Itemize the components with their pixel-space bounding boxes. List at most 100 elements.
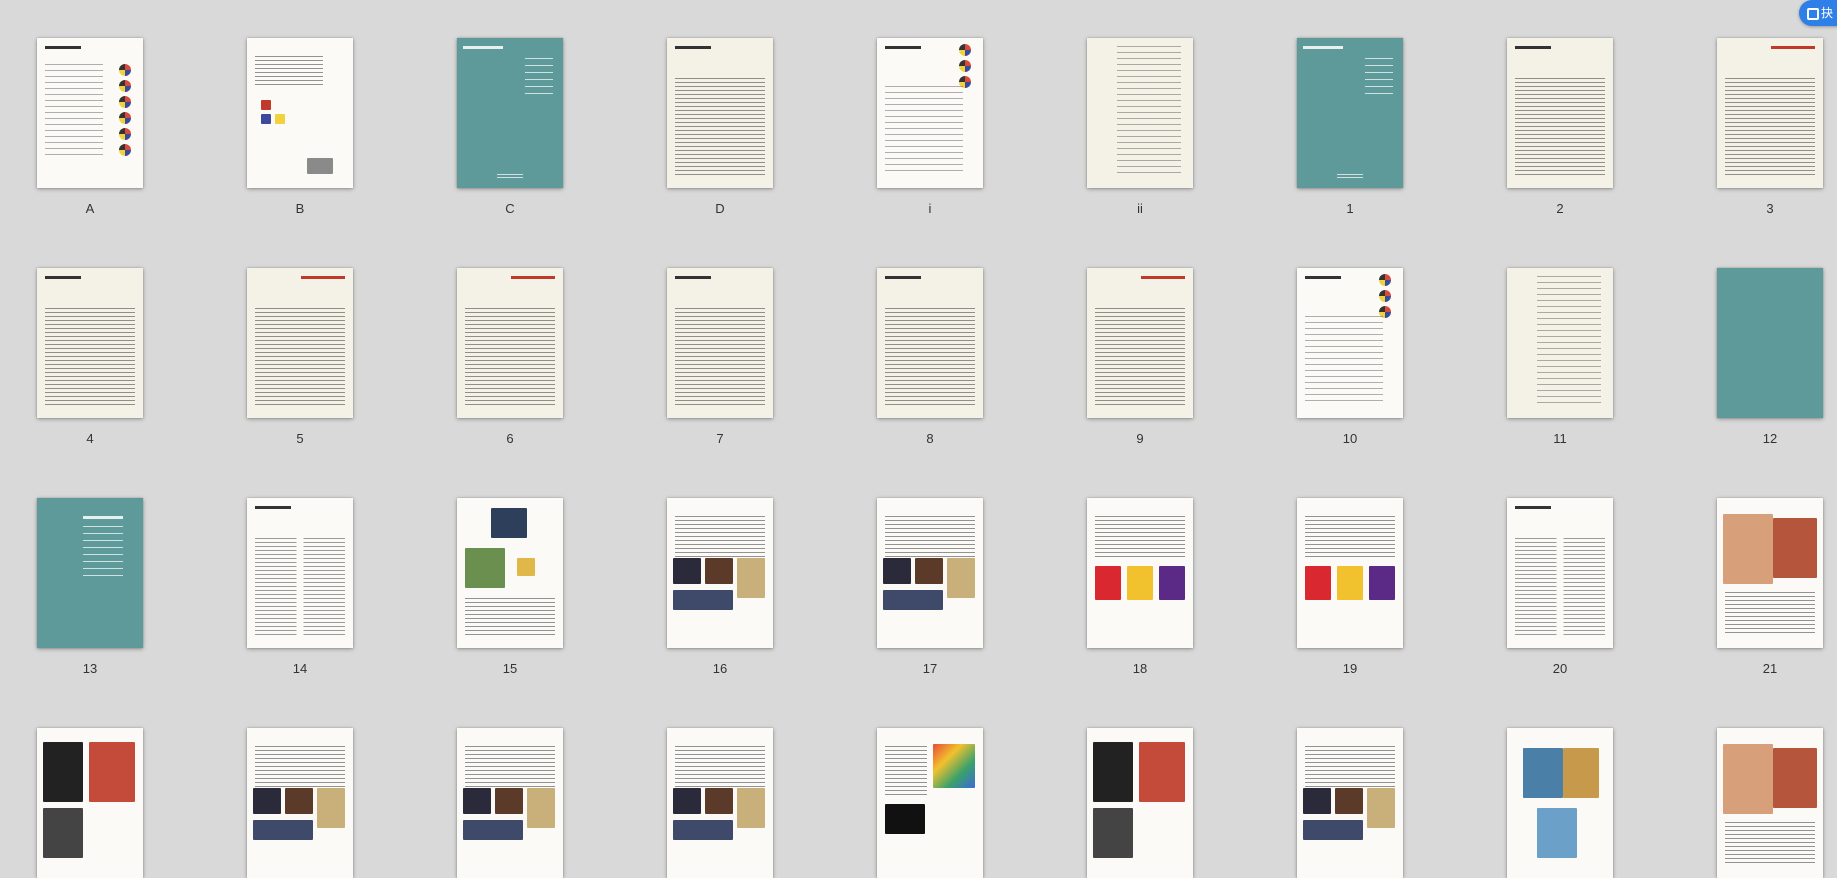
- page-image[interactable]: [247, 498, 353, 648]
- page-image[interactable]: [1297, 728, 1403, 878]
- photo-image: [1303, 820, 1363, 840]
- page-image[interactable]: [247, 728, 353, 878]
- page-label: 19: [1342, 661, 1358, 676]
- text-lines: [45, 308, 135, 406]
- color-wheel-icon: [119, 144, 131, 156]
- page-image[interactable]: [457, 268, 563, 418]
- artwork-image: [1773, 518, 1817, 578]
- toc-lines: [1305, 316, 1383, 406]
- page-image[interactable]: [1507, 728, 1613, 878]
- color-swatch: [261, 100, 271, 110]
- page-label: 21: [1762, 661, 1778, 676]
- page-image[interactable]: [667, 728, 773, 878]
- page-label: 7: [716, 431, 724, 446]
- text-lines: [1725, 822, 1815, 866]
- page-image[interactable]: [667, 268, 773, 418]
- color-wheel-icon: [119, 128, 131, 140]
- page-heading-bar: [301, 276, 345, 279]
- page-image[interactable]: [877, 728, 983, 878]
- page-heading-bar: [1515, 46, 1551, 49]
- page-image[interactable]: [457, 498, 563, 648]
- page-label: 13: [82, 661, 98, 676]
- page-heading-bar: [1141, 276, 1185, 279]
- page-image[interactable]: [877, 268, 983, 418]
- page-label: B: [295, 201, 305, 216]
- page-label: 18: [1132, 661, 1148, 676]
- page-label: 9: [1136, 431, 1144, 446]
- text-lines: [465, 746, 555, 788]
- photo-image: [915, 558, 943, 584]
- color-dots: [953, 44, 975, 92]
- page-label: 5: [296, 431, 304, 446]
- cover-title-bar: [1303, 46, 1343, 49]
- page-image[interactable]: [1087, 498, 1193, 648]
- page-image[interactable]: [1297, 268, 1403, 418]
- page-label: 2: [1556, 201, 1564, 216]
- poster-image: [1093, 808, 1133, 858]
- text-lines: [1725, 592, 1815, 636]
- floating-tool-button[interactable]: 抉: [1799, 0, 1837, 26]
- page-image[interactable]: [667, 498, 773, 648]
- text-lines: [885, 746, 927, 798]
- cover-title-bar: [463, 46, 503, 49]
- page-heading-bar: [255, 506, 291, 509]
- text-lines: [45, 64, 103, 158]
- page-label: i: [928, 201, 932, 216]
- color-wheel-icon: [119, 80, 131, 92]
- artwork-image: [1723, 514, 1773, 584]
- page-image[interactable]: [247, 38, 353, 188]
- color-swatch: [275, 114, 285, 124]
- color-swatch: [1127, 566, 1153, 600]
- toc-lines: [1117, 46, 1181, 176]
- page-image[interactable]: [1717, 38, 1823, 188]
- publisher-lines: [1337, 174, 1363, 180]
- page-image[interactable]: [1717, 498, 1823, 648]
- page-image[interactable]: [37, 268, 143, 418]
- page-image[interactable]: [247, 268, 353, 418]
- color-swatch: [1337, 566, 1363, 600]
- floating-tool-label: 抉: [1821, 6, 1834, 20]
- page-image[interactable]: [457, 38, 563, 188]
- text-lines: [255, 308, 345, 406]
- page-label: 8: [926, 431, 934, 446]
- page-label: 16: [712, 661, 728, 676]
- page-heading-bar: [675, 46, 711, 49]
- page-image[interactable]: [667, 38, 773, 188]
- page-image[interactable]: [1507, 268, 1613, 418]
- page-image[interactable]: [877, 38, 983, 188]
- page-image[interactable]: [37, 728, 143, 878]
- page-image[interactable]: [457, 728, 563, 878]
- silhouette-image: [1523, 748, 1563, 798]
- page-image[interactable]: [1297, 38, 1403, 188]
- color-wheel-icon: [959, 60, 971, 72]
- page-label: 1: [1346, 201, 1354, 216]
- toc-heading-bar: [1305, 276, 1341, 279]
- text-lines: [255, 56, 323, 88]
- text-lines: [675, 78, 765, 176]
- toc-lines: [885, 86, 963, 176]
- photo-image: [253, 788, 281, 814]
- page-image[interactable]: [1087, 38, 1193, 188]
- photo-image: [1303, 788, 1331, 814]
- color-wheel-icon: [1379, 290, 1391, 302]
- page-image[interactable]: [1507, 38, 1613, 188]
- publisher-lines: [497, 174, 523, 180]
- page-image[interactable]: [37, 498, 143, 648]
- page-image[interactable]: [1717, 268, 1823, 418]
- color-wheel-icon: [119, 96, 131, 108]
- text-lines: [1305, 746, 1395, 788]
- color-swatch: [1159, 566, 1185, 600]
- section-title-bar: [83, 516, 123, 519]
- page-image[interactable]: [37, 38, 143, 188]
- page-image[interactable]: [1087, 728, 1193, 878]
- page-image[interactable]: [1087, 268, 1193, 418]
- photo-image: [673, 820, 733, 840]
- text-lines: [465, 598, 555, 636]
- page-image[interactable]: [877, 498, 983, 648]
- page-image[interactable]: [1507, 498, 1613, 648]
- photo-image: [737, 788, 765, 828]
- page-image[interactable]: [1717, 728, 1823, 878]
- photo-image: [673, 558, 701, 584]
- page-image[interactable]: [1297, 498, 1403, 648]
- color-grid-image: [933, 744, 975, 788]
